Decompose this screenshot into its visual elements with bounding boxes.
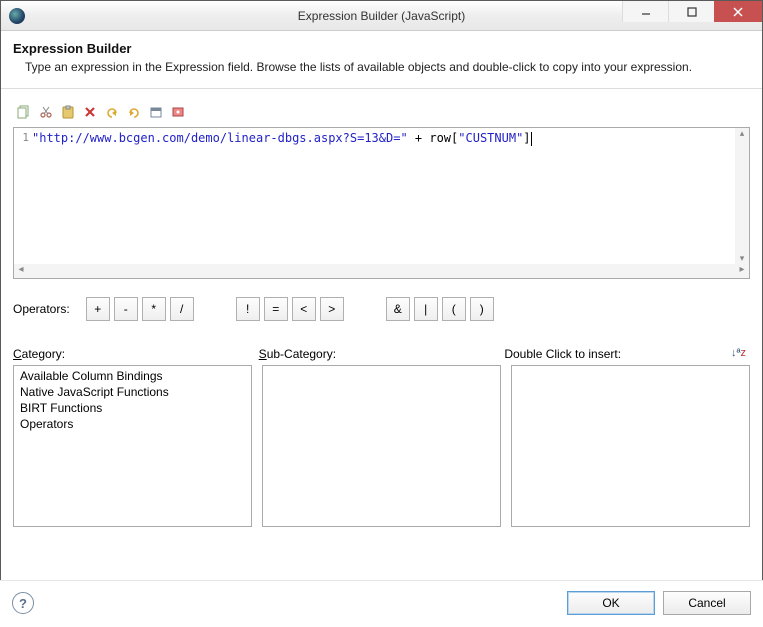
undo-icon[interactable]: [103, 103, 121, 121]
op-div[interactable]: /: [170, 297, 194, 321]
category-listbox[interactable]: Available Column BindingsNative JavaScri…: [13, 365, 252, 527]
minimize-button[interactable]: [622, 1, 668, 22]
op-and[interactable]: &: [386, 297, 410, 321]
line-number: 1: [22, 131, 29, 144]
dialog-footer: ? OK Cancel: [0, 580, 763, 627]
paste-icon[interactable]: [59, 103, 77, 121]
list-labels-row: Category: Sub-Category: Double Click to …: [13, 347, 750, 361]
sort-az-icon[interactable]: ↓ªz: [731, 347, 746, 359]
subcategory-listbox[interactable]: [262, 365, 501, 527]
operator-group-arith: + - * /: [86, 297, 194, 321]
delete-icon[interactable]: [81, 103, 99, 121]
redo-icon[interactable]: [125, 103, 143, 121]
window-buttons: [622, 1, 762, 30]
eclipse-icon: [9, 8, 25, 24]
code-plus-row: + row[: [408, 131, 459, 145]
maximize-button[interactable]: [668, 1, 714, 22]
titlebar: Expression Builder (JavaScript): [1, 1, 762, 31]
category-label: Category:: [13, 347, 259, 361]
field-literal: "CUSTNUM": [458, 131, 523, 145]
insert-listbox[interactable]: [511, 365, 750, 527]
dialog-header: Expression Builder Type an expression in…: [1, 31, 762, 89]
ok-button[interactable]: OK: [567, 591, 655, 615]
dialog-title: Expression Builder: [13, 41, 750, 56]
op-minus[interactable]: -: [114, 297, 138, 321]
cancel-button[interactable]: Cancel: [663, 591, 751, 615]
code-content[interactable]: "http://www.bcgen.com/demo/linear-dbgs.a…: [32, 131, 735, 264]
editor-vertical-scrollbar[interactable]: ▴▾: [735, 128, 749, 264]
operator-group-compare: ! = < >: [236, 297, 344, 321]
expression-editor[interactable]: 1 "http://www.bcgen.com/demo/linear-dbgs…: [13, 127, 750, 279]
op-gt[interactable]: >: [320, 297, 344, 321]
op-or[interactable]: |: [414, 297, 438, 321]
copy-icon[interactable]: [15, 103, 33, 121]
operator-group-logic: & | ( ): [386, 297, 494, 321]
close-button[interactable]: [714, 1, 762, 22]
op-lt[interactable]: <: [292, 297, 316, 321]
op-not[interactable]: !: [236, 297, 260, 321]
line-gutter: 1: [14, 128, 32, 264]
op-mult[interactable]: *: [142, 297, 166, 321]
subcategory-label: Sub-Category:: [259, 347, 505, 361]
validate-icon[interactable]: [169, 103, 187, 121]
category-item[interactable]: Native JavaScript Functions: [14, 384, 251, 400]
help-icon[interactable]: ?: [12, 592, 34, 614]
operators-label: Operators:: [13, 302, 70, 316]
category-item[interactable]: BIRT Functions: [14, 400, 251, 416]
insert-label: Double Click to insert: ↓ªz: [504, 347, 750, 361]
code-tail: ]: [523, 131, 530, 145]
string-literal: "http://www.bcgen.com/demo/linear-dbgs.a…: [32, 131, 408, 145]
op-lparen[interactable]: (: [442, 297, 466, 321]
op-plus[interactable]: +: [86, 297, 110, 321]
operators-row: Operators: + - * / ! = < > & | ( ): [13, 297, 750, 321]
op-rparen[interactable]: ): [470, 297, 494, 321]
editor-toolbar: [13, 103, 750, 121]
editor-horizontal-scrollbar[interactable]: ◂▸: [14, 264, 749, 278]
lists-row: Available Column BindingsNative JavaScri…: [13, 365, 750, 527]
text-caret: [531, 132, 532, 146]
calendar-icon[interactable]: [147, 103, 165, 121]
cut-icon[interactable]: [37, 103, 55, 121]
dialog-subtitle: Type an expression in the Expression fie…: [25, 60, 750, 74]
op-eq[interactable]: =: [264, 297, 288, 321]
category-item[interactable]: Available Column Bindings: [14, 368, 251, 384]
category-item[interactable]: Operators: [14, 416, 251, 432]
